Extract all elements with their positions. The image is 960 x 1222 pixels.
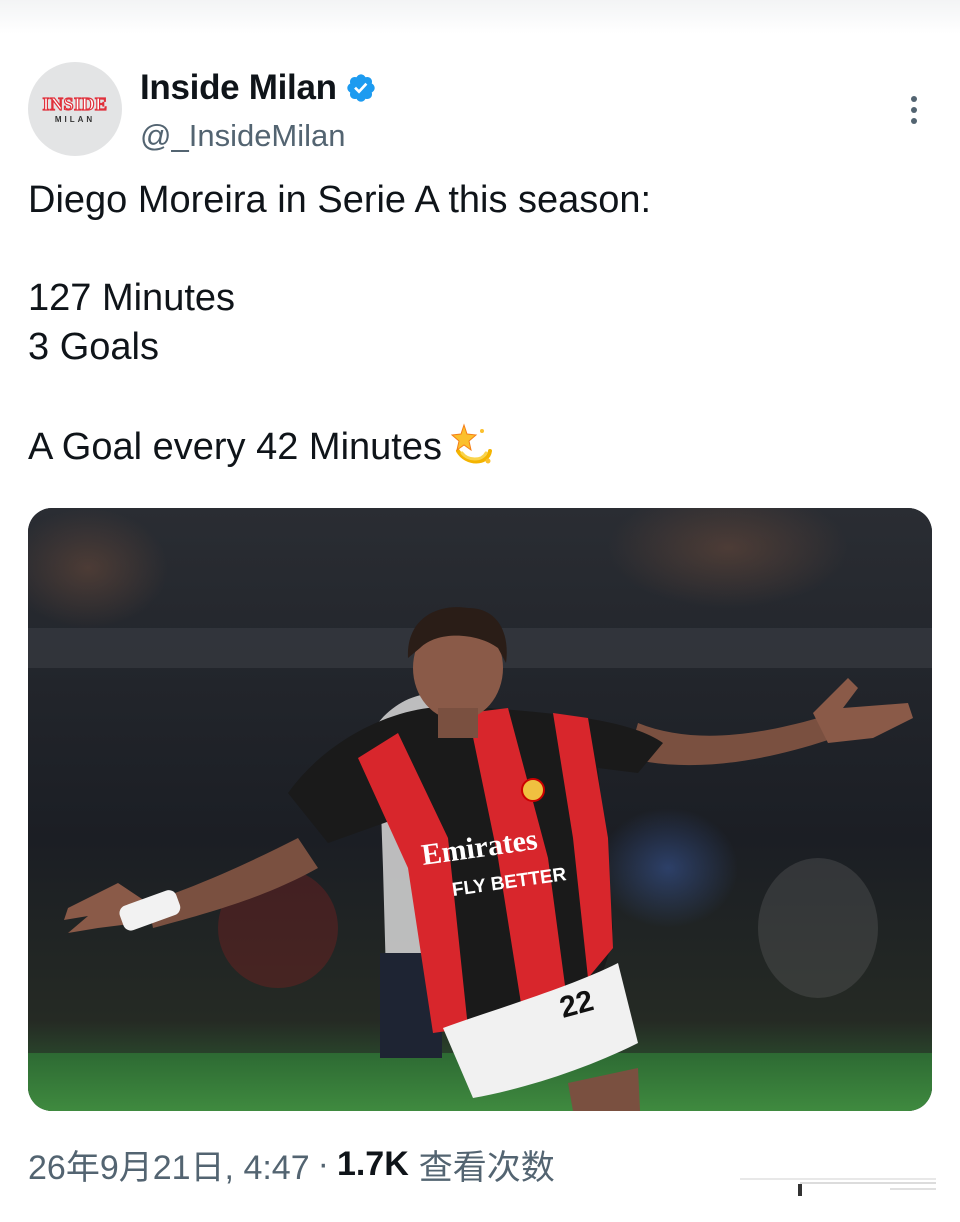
player-celebration-image: Emirates FLY BETTER 22 [28,508,932,1111]
tweet-meta: 26年9月21日, 4:47 · 1.7K 查看次数 [28,1140,555,1189]
tweet-line: 3 Goals [28,326,159,368]
user-handle[interactable]: @_InsideMilan [140,118,346,154]
display-name[interactable]: Inside Milan [140,68,337,108]
views-label: 查看次数 [418,1149,555,1187]
tweet-header: INSIDE MILAN Inside Milan @_InsideMilan [28,62,932,158]
scroll-indicator-icon [740,1178,936,1196]
tweet-photo[interactable]: Emirates FLY BETTER 22 [28,508,932,1111]
tweet-timestamp[interactable]: 26年9月21日, 4:47 [28,1140,310,1189]
avatar-logo-sub: MILAN [54,114,96,124]
avatar[interactable]: INSIDE MILAN [28,62,122,156]
tweet-last-line: A Goal every 42 Minutes [28,421,928,470]
views-count: 1.7K [336,1145,409,1183]
verified-badge-icon [347,74,375,102]
avatar-logo-main: INSIDE [42,93,108,114]
tweet-line: A Goal every 42 Minutes [28,426,442,468]
dizzy-sparkle-icon [450,423,492,464]
top-edge [0,0,960,34]
more-options-icon[interactable] [910,96,918,124]
meta-separator: · [317,1145,329,1183]
tweet-line: Diego Moreira in Serie A this season: [28,179,652,221]
tweet-line: 127 Minutes [28,277,236,319]
name-row: Inside Milan [140,66,377,110]
tweet-text: Diego Moreira in Serie A this season: 12… [28,176,928,470]
